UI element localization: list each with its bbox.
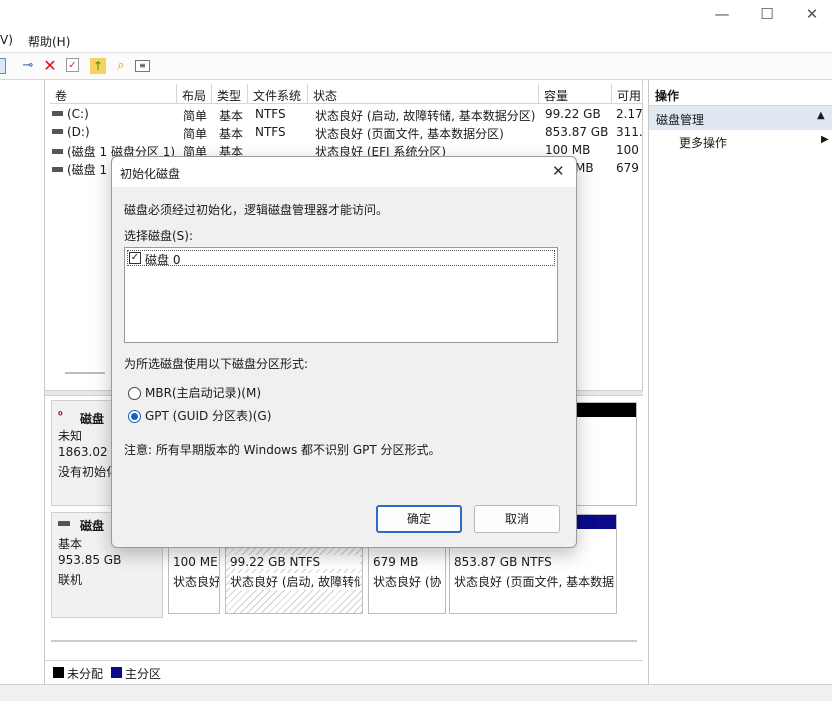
free-cell: 100 — [616, 143, 639, 157]
gpt-note: 注意: 所有早期版本的 Windows 都不识别 GPT 分区形式。 — [124, 443, 441, 457]
ok-button[interactable]: 确定 — [376, 505, 462, 533]
cancel-button[interactable]: 取消 — [474, 505, 560, 533]
delete-icon[interactable]: ✕ — [42, 58, 58, 74]
drive-icon — [52, 111, 63, 116]
navigation-pane — [0, 80, 45, 684]
more-actions-item[interactable]: 更多操作 ▶ — [679, 134, 829, 151]
partition-size: 853.87 GB NTFS — [454, 555, 552, 569]
partition-status: 状态良好 (协 — [373, 575, 442, 589]
status-cell: 状态良好 (启动, 故障转储, 基本数据分区) — [315, 109, 536, 123]
column-capacity[interactable]: 容量 — [539, 84, 612, 104]
legend-unallocated: 未分配 — [67, 667, 104, 681]
disk0-unallocated[interactable] — [573, 402, 637, 506]
filesystem-cell: NTFS — [255, 107, 286, 121]
disk1-size: 953.85 GB — [58, 553, 122, 567]
disk1-name: 磁盘 — [80, 519, 105, 533]
disk-error-icon: ⁰ — [58, 409, 63, 422]
mbr-label[interactable]: MBR(主启动记录)(M) — [145, 384, 261, 401]
disk1-type: 基本 — [58, 537, 83, 551]
unallocated-bar — [574, 403, 636, 417]
dialog-intro-text: 磁盘必须经过初始化，逻辑磁盘管理器才能访问。 — [124, 203, 389, 217]
close-button[interactable]: ✕ — [792, 2, 832, 26]
legend: 未分配 主分区 — [45, 660, 643, 684]
volume-name: (C:) — [67, 107, 89, 121]
search-folder-icon[interactable]: ⌕ — [113, 58, 129, 74]
dialog-title-bar: 初始化磁盘 ✕ — [112, 157, 576, 187]
partition-status: 状态良好 (页面文件, 基本数据 — [454, 575, 615, 589]
capacity-cell: 853.87 GB — [545, 125, 609, 139]
select-disk-label: 选择磁盘(S): — [124, 229, 194, 243]
volume-name: (磁盘 1 — [67, 163, 108, 177]
volume-name: (D:) — [67, 125, 90, 139]
legend-primary: 主分区 — [125, 667, 162, 681]
disk-icon — [58, 521, 70, 526]
title-bar: — ☐ ✕ — [0, 0, 832, 30]
actions-section[interactable]: 磁盘管理 ▲ — [649, 106, 832, 130]
more-actions-label: 更多操作 — [679, 136, 728, 150]
list-view-icon[interactable]: ≡ — [135, 60, 150, 72]
submenu-arrow-icon: ▶ — [821, 134, 829, 145]
maximize-button[interactable]: ☐ — [747, 2, 787, 26]
partition-size: 100 ME — [173, 555, 218, 569]
minimize-button[interactable]: — — [702, 2, 742, 26]
up-folder-icon[interactable]: ↑ — [90, 58, 106, 74]
disk1-state: 联机 — [58, 573, 83, 587]
disk-item-label: 磁盘 0 — [145, 253, 181, 267]
partition-size: 99.22 GB NTFS — [230, 555, 360, 569]
initialize-disk-dialog: 初始化磁盘 ✕ 磁盘必须经过初始化，逻辑磁盘管理器才能访问。 选择磁盘(S): … — [111, 156, 577, 548]
actions-header: 操作 — [649, 84, 832, 106]
drive-icon — [52, 129, 63, 134]
menu-view[interactable]: V) — [0, 33, 13, 47]
collapse-icon[interactable]: ▲ — [817, 110, 825, 121]
disk0-type: 未知 — [58, 429, 83, 443]
drive-icon — [52, 149, 63, 154]
status-cell: 状态良好 (页面文件, 基本数据分区) — [315, 127, 504, 141]
disk-checkbox[interactable]: ✓ — [129, 252, 141, 264]
mbr-radio[interactable] — [128, 387, 141, 400]
properties-icon[interactable] — [0, 58, 6, 74]
capacity-cell: MB — [575, 161, 594, 175]
gpt-label[interactable]: GPT (GUID 分区表)(G) — [145, 407, 271, 424]
check-icon[interactable]: ✓ — [66, 58, 79, 72]
toolbar: ⊸ ✕ ✓ ↑ ⌕ ≡ — [0, 52, 832, 80]
partition-status: 状态良好 — [173, 575, 219, 589]
disk0-state: 没有初始化 — [58, 465, 119, 479]
filesystem-cell: NTFS — [255, 125, 286, 139]
capacity-cell: 99.22 GB — [545, 107, 601, 121]
unallocated-swatch — [53, 667, 64, 678]
connect-disk-icon[interactable]: ⊸ — [20, 58, 36, 74]
partition-status: 状态良好 (启动, 故障转储 — [230, 573, 360, 590]
column-layout[interactable]: 布局 — [177, 84, 212, 104]
type-cell: 基本 — [219, 109, 244, 123]
menu-bar: V) 帮助(H) — [0, 30, 832, 52]
partition-size: 679 MB — [373, 555, 419, 569]
actions-section-label: 磁盘管理 — [656, 113, 705, 127]
free-cell: 311. — [616, 125, 643, 139]
free-cell: 679 — [616, 161, 639, 175]
column-status[interactable]: 状态 — [308, 84, 539, 104]
dialog-title: 初始化磁盘 — [120, 167, 181, 181]
primary-swatch — [111, 667, 122, 678]
layout-cell: 简单 — [183, 109, 208, 123]
disk-select-list[interactable]: ✓ 磁盘 0 — [124, 247, 558, 343]
horizontal-scrollbar[interactable] — [65, 372, 105, 374]
column-volume[interactable]: 卷 — [50, 84, 177, 104]
column-type[interactable]: 类型 — [212, 84, 248, 104]
disk0-name: 磁盘 — [80, 412, 105, 426]
menu-help[interactable]: 帮助(H) — [28, 33, 70, 50]
dialog-close-button[interactable]: ✕ — [552, 162, 565, 180]
column-free[interactable]: 可用 — [612, 84, 643, 104]
list-item[interactable]: ✓ 磁盘 0 — [127, 250, 555, 267]
partition-style-label: 为所选磁盘使用以下磁盘分区形式: — [124, 357, 309, 371]
free-cell: 2.17 — [616, 107, 643, 121]
drive-icon — [52, 167, 63, 172]
column-filesystem[interactable]: 文件系统 — [248, 84, 308, 104]
status-bar — [0, 684, 832, 701]
gpt-radio[interactable] — [128, 410, 141, 423]
layout-cell: 简单 — [183, 127, 208, 141]
graphical-scrollbar[interactable] — [51, 640, 637, 642]
actions-pane: 操作 磁盘管理 ▲ 更多操作 ▶ — [648, 80, 832, 684]
type-cell: 基本 — [219, 127, 244, 141]
